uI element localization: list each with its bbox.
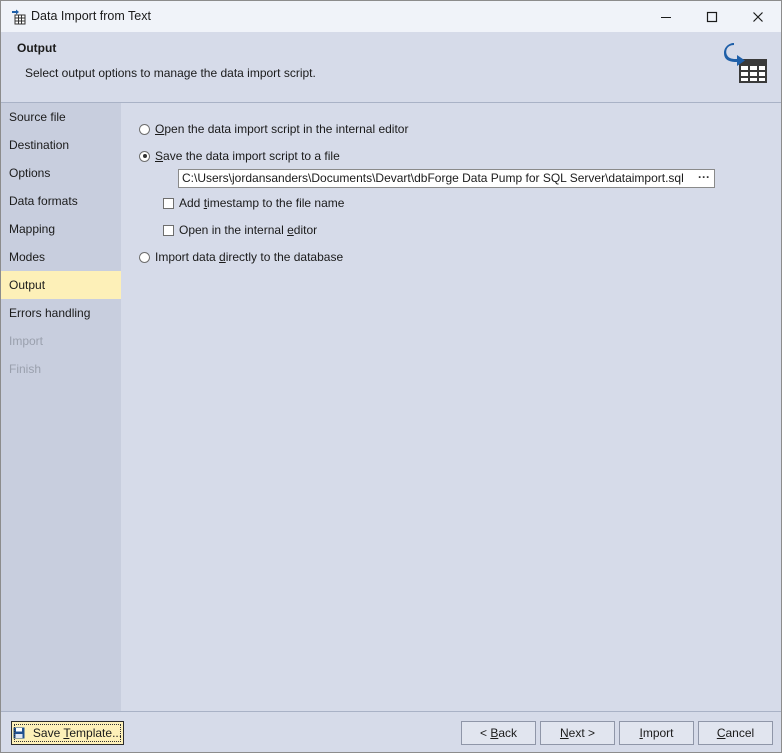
minimize-icon — [661, 16, 671, 18]
open-in-editor-radio[interactable] — [139, 123, 150, 135]
add-timestamp-label: Add timestamp to the file name — [179, 196, 345, 210]
save-to-file-option[interactable]: Save the data import script to a file — [139, 149, 340, 163]
maximize-icon — [706, 11, 718, 22]
page-description: Select output options to manage the data… — [25, 66, 316, 80]
import-label: Import — [639, 726, 674, 740]
open-in-editor-option[interactable]: Open the data import script in the inter… — [139, 122, 408, 136]
save-template-button[interactable]: Save Template... — [11, 721, 124, 745]
close-icon — [753, 11, 763, 22]
add-timestamp-option[interactable]: Add timestamp to the file name — [163, 196, 344, 210]
import-directly-radio[interactable] — [139, 251, 150, 263]
nav-item-options[interactable]: Options — [1, 159, 121, 187]
wizard-steps-sidebar: Source file Destination Options Data for… — [1, 103, 121, 711]
nav-item-finish: Finish — [9, 362, 42, 376]
nav-item-data-formats[interactable]: Data formats — [1, 187, 121, 215]
browse-file-button[interactable]: ··· — [694, 170, 714, 187]
open-internal-editor-checkbox[interactable] — [163, 224, 174, 236]
import-wizard-window: Data Import from Text Output Select outp… — [0, 0, 782, 753]
window-title: Data Import from Text — [31, 9, 151, 23]
close-button[interactable] — [735, 1, 781, 32]
cancel-label: Cancel — [716, 726, 755, 740]
nav-item-mapping[interactable]: Mapping — [1, 215, 121, 243]
page-title: Output — [17, 41, 57, 55]
output-file-path-value: C:\Users\jordansanders\Documents\Devart\… — [182, 171, 684, 185]
cancel-button[interactable]: Cancel — [698, 721, 773, 745]
import-directly-option[interactable]: Import data directly to the database — [139, 250, 343, 264]
output-file-path-field[interactable]: C:\Users\jordansanders\Documents\Devart\… — [178, 169, 715, 188]
nav-item-source-file[interactable]: Source file — [1, 103, 121, 131]
nav-item-output[interactable]: Output — [1, 271, 121, 299]
open-internal-editor-option[interactable]: Open in the internal editor — [163, 223, 317, 237]
data-import-app-icon — [12, 9, 26, 25]
output-options-panel: Open the data import script in the inter… — [122, 103, 781, 711]
wizard-footer: Save Template... < Back Next > Import Ca… — [1, 711, 781, 752]
back-button[interactable]: < Back — [461, 721, 536, 745]
import-to-table-icon — [724, 43, 767, 83]
open-internal-editor-label: Open in the internal editor — [179, 223, 318, 237]
import-directly-label: Import data directly to the database — [155, 250, 344, 264]
floppy-disk-icon — [13, 727, 25, 739]
next-label: Next > — [559, 726, 596, 740]
save-to-file-label: Save the data import script to a file — [155, 149, 340, 163]
nav-item-modes[interactable]: Modes — [1, 243, 121, 271]
next-button[interactable]: Next > — [540, 721, 615, 745]
wizard-header: Output Select output options to manage t… — [1, 32, 781, 103]
save-template-label: Save Template... — [32, 726, 123, 740]
add-timestamp-checkbox[interactable] — [163, 197, 174, 209]
nav-item-import: Import — [9, 334, 44, 348]
nav-item-destination[interactable]: Destination — [1, 131, 121, 159]
import-button[interactable]: Import — [619, 721, 694, 745]
open-in-editor-label: Open the data import script in the inter… — [155, 122, 409, 136]
maximize-button[interactable] — [689, 1, 735, 32]
nav-item-errors-handling[interactable]: Errors handling — [1, 299, 121, 327]
minimize-button[interactable] — [643, 1, 689, 32]
title-bar[interactable]: Data Import from Text — [1, 1, 781, 32]
back-label: < Back — [479, 726, 518, 740]
save-to-file-radio[interactable] — [139, 150, 150, 162]
